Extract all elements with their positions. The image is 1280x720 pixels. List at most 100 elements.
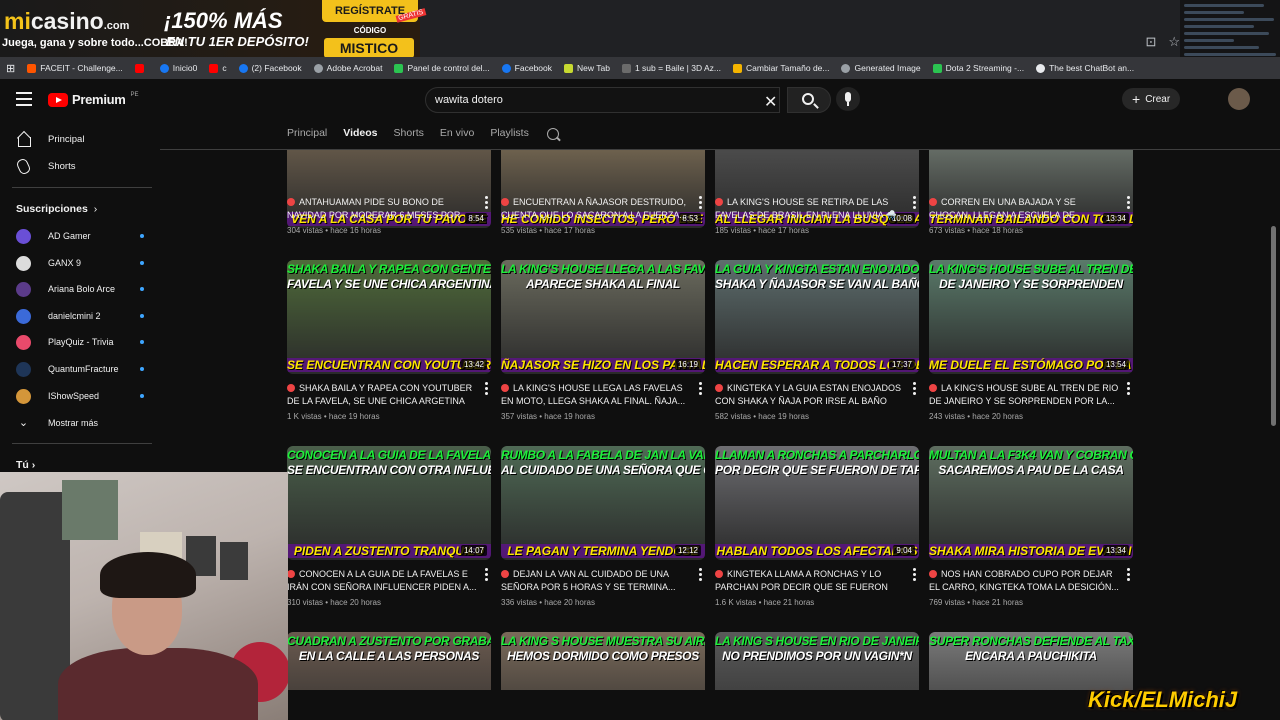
sidebar-subscription[interactable]: QuantumFracture (16, 361, 144, 377)
stream-watermark: Kick/ELMichiJ (1088, 687, 1238, 712)
bookmark[interactable]: Generated Image (841, 63, 921, 73)
clear-search-icon[interactable]: ✕ (764, 92, 777, 112)
thumbnail-caption: EN LA CALLE A LAS PERSONAS (298, 649, 480, 663)
video-title[interactable]: LA KING'S HOUSE SUBE AL TREN DE RIO DE J… (929, 382, 1133, 408)
sidebar-subscription[interactable]: danielcmini 2 (16, 308, 144, 324)
bookmark[interactable]: New Tab (564, 63, 610, 73)
bookmark[interactable]: Inicio0 (159, 63, 197, 73)
tab-principal[interactable]: Principal (287, 127, 327, 141)
more-options-icon[interactable] (699, 196, 703, 211)
video-stats: 304 vistas • hace 16 horas (287, 226, 381, 235)
video-thumbnail[interactable]: SUPER RONCHAS DEFIENDE AL TAXISTAENCARA … (929, 632, 1133, 690)
chevron-down-icon: ⌄ (18, 416, 29, 429)
video-thumbnail[interactable]: RUMBO A LA FABELA DE JAN LA VAN AL CUIDAD… (501, 446, 705, 560)
more-options-icon[interactable] (699, 382, 703, 397)
sidebar-subscription[interactable]: Ariana Bolo Arce (16, 281, 144, 297)
video-thumbnail[interactable]: CONOCEN A LA GUIA DE LA FAVELAS SE ENCUEN… (287, 446, 491, 560)
more-options-icon[interactable] (913, 382, 917, 397)
bookmark[interactable]: (2) Facebook (238, 63, 302, 73)
bookmark[interactable]: FACEIT - Challenge... (27, 63, 123, 73)
tab-videos[interactable]: Videos (343, 127, 377, 141)
video-title[interactable]: CORREN EN UNA BAJADA Y SE CHOCAN, LLEGAN… (929, 196, 1133, 222)
bookmark[interactable]: 1 sub = Baile | 3D Az... (621, 63, 721, 73)
bookmark[interactable]: Dota 2 Streaming -... (932, 63, 1024, 73)
video-title[interactable]: LA KING'S HOUSE SE RETIRA DE LAS FAVELAS… (715, 196, 919, 222)
hamburger-menu-icon[interactable] (16, 92, 32, 106)
video-thumbnail[interactable]: SHAKA BAILA Y RAPEA CON GENTE DE LAFAVEL… (287, 260, 491, 374)
subscriptions-heading[interactable]: Suscripciones › (16, 203, 97, 215)
more-options-icon[interactable] (1127, 568, 1131, 583)
tab-shorts[interactable]: Shorts (394, 127, 424, 141)
video-details: KINGTEKA LLAMA A RONCHAS Y LO PARCHAN PO… (715, 568, 919, 607)
more-options-icon[interactable] (485, 196, 489, 211)
bookmark[interactable]: The best ChatBot an... (1036, 63, 1134, 73)
new-content-dot (140, 394, 144, 398)
more-options-icon[interactable] (485, 568, 489, 583)
banner-code-label: CÓDIGO (353, 26, 387, 35)
search-button[interactable] (787, 87, 831, 113)
video-thumbnail[interactable]: CUADRAN A ZUSTENTO POR GRABAR EN LA CALLE… (287, 632, 491, 690)
video-thumbnail[interactable]: LA KING'S HOUSE LLEGA A LAS FAVELASAPARE… (501, 260, 705, 374)
sidebar-subscription[interactable]: GANX 9 (16, 255, 144, 271)
channel-avatar (16, 334, 31, 350)
create-button[interactable]: + Crear (1122, 88, 1181, 110)
video-thumbnail[interactable]: LA GUIA Y KINGTA ESTAN ENOJADOS SHAKA Y Ñ… (715, 260, 919, 374)
voice-search-icon[interactable] (836, 87, 860, 111)
video-title[interactable]: SHAKA BAILA Y RAPEA CON YOUTUBER DE LA F… (287, 382, 491, 408)
video-title[interactable]: ENCUENTRAN A ÑAJASOR DESTRUIDO, CUENTA Q… (501, 196, 705, 222)
casino-banner[interactable]: micasino.com Juega, gana y sobre todo...… (0, 0, 426, 60)
title-emoji-icon (929, 570, 937, 578)
thumbnail-caption: HEMOS DORMIDO COMO PRESOS (507, 649, 699, 663)
video-title-text: DEJAN LA VAN AL CUIDADO DE UNA SEÑORA PO… (501, 569, 676, 592)
video-title[interactable]: DEJAN LA VAN AL CUIDADO DE UNA SEÑORA PO… (501, 568, 705, 594)
youtube-logo[interactable]: Premium PE (48, 92, 139, 107)
bookmark[interactable]: Adobe Acrobat (313, 63, 382, 73)
install-icon[interactable]: ⊡ (1145, 34, 1156, 50)
you-section-heading[interactable]: Tú › (16, 459, 35, 471)
tab-playlists[interactable]: Playlists (490, 127, 529, 141)
sidebar-subscription[interactable]: IShowSpeed (16, 388, 144, 404)
more-options-icon[interactable] (913, 196, 917, 211)
thumbnail-caption: LA KING S HOUSE EN RIO DE JANEIRO (715, 634, 919, 648)
video-duration: 16:19 (674, 359, 701, 370)
video-thumbnail[interactable]: LA KING S HOUSE MUESTRA SU AIRBNBHEMOS D… (501, 632, 705, 690)
more-options-icon[interactable] (1127, 196, 1131, 211)
search-box: ✕ (425, 87, 780, 113)
video-thumbnail[interactable]: LA KING'S HOUSE SUBE AL TREN DE RIODE JA… (929, 260, 1133, 374)
video-title[interactable]: LA KING'S HOUSE LLEGA LAS FAVELAS EN MOT… (501, 382, 705, 408)
apps-grid-icon[interactable]: ⊞ (6, 62, 15, 75)
more-options-icon[interactable] (699, 568, 703, 583)
account-avatar[interactable] (1228, 88, 1250, 110)
title-emoji-icon (929, 198, 937, 206)
search-input[interactable] (435, 94, 735, 106)
channel-search-icon[interactable] (546, 128, 559, 140)
thumbnail-caption: LA KING'S HOUSE SUBE AL TREN DE RIO (929, 262, 1133, 276)
more-options-icon[interactable] (485, 382, 489, 397)
sidebar-subscription[interactable]: AD Gamer (16, 228, 144, 244)
video-title[interactable]: ANTAHUAMAN PIDE SU BONO DE NAVIDAD POR M… (287, 196, 491, 222)
logo-text: Premium (72, 92, 126, 107)
video-title[interactable]: KINGTEKA LLAMA A RONCHAS Y LO PARCHAN PO… (715, 568, 919, 594)
tab-en-vivo[interactable]: En vivo (440, 127, 474, 141)
bookmark[interactable]: Facebook (501, 63, 552, 73)
sidebar-show-more[interactable]: ⌄ Mostrar más (16, 415, 136, 431)
video-title-text: KINGTEKA Y LA GUIA ESTAN ENOJADOS CON SH… (715, 383, 902, 406)
sidebar-subscription[interactable]: PlayQuiz - Trivia (16, 334, 144, 350)
bookmark[interactable]: Cambiar Tamaño de... (733, 63, 829, 73)
video-thumbnail[interactable]: MULTAN A LA F3K4 VAN Y COBRAN CUPOSACARE… (929, 446, 1133, 560)
bookmark[interactable]: Panel de control del... (394, 63, 490, 73)
bookmark[interactable] (134, 63, 148, 73)
video-thumbnail[interactable]: LLAMAN A RONCHAS A PARCHARLO POR DECIR QU… (715, 446, 919, 560)
title-emoji-icon (715, 570, 723, 578)
more-options-icon[interactable] (913, 568, 917, 583)
sidebar-item-shorts[interactable]: Shorts (15, 156, 75, 176)
sidebar-item-principal[interactable]: Principal (16, 129, 84, 149)
more-options-icon[interactable] (1127, 382, 1131, 397)
video-title[interactable]: KINGTEKA Y LA GUIA ESTAN ENOJADOS CON SH… (715, 382, 919, 408)
video-thumbnail[interactable]: LA KING S HOUSE EN RIO DE JANEIRO NO PREN… (715, 632, 919, 690)
page-scrollbar[interactable] (1271, 226, 1276, 426)
video-title[interactable]: NOS HAN COBRADO CUPO POR DEJAR EL CARRO,… (929, 568, 1133, 594)
video-title[interactable]: CONOCEN A LA GUIA DE LA FAVELAS E IRÁN C… (287, 568, 491, 594)
bookmark[interactable]: c (209, 63, 227, 73)
bookmark-star-icon[interactable]: ☆ (1168, 34, 1180, 50)
